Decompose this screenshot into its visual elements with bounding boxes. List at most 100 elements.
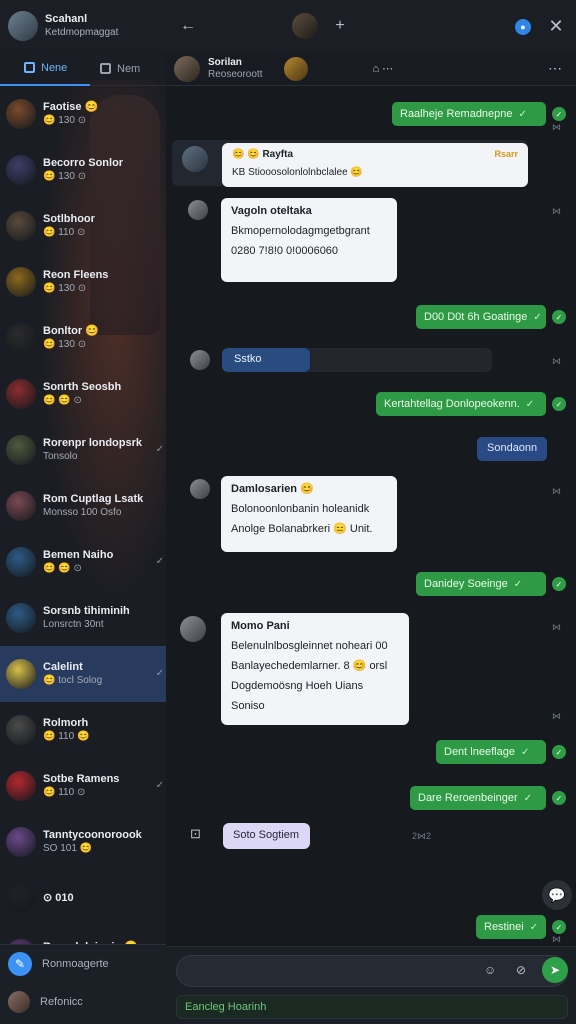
chat-avatar[interactable] [6, 603, 36, 633]
chat-avatar[interactable] [6, 771, 36, 801]
profile-row[interactable]: Refonicc [0, 983, 166, 1021]
chat-info: Sotlbhoor 😊 110 ⊙ [43, 212, 95, 240]
chat-avatar[interactable] [6, 883, 36, 913]
composer: ☺ ⊘ ➤ Eancleg Hoarinh [166, 946, 576, 1024]
chat-info: Bemen Naiho 😊 😊 ⊙ [43, 548, 113, 576]
chat-list-item[interactable]: Sotbe Ramens 😊 110 ⊙ ✓ [0, 758, 166, 814]
attach-icon[interactable]: ⊘ [516, 963, 526, 977]
back-arrow-icon[interactable]: ← [178, 16, 198, 36]
reaction-icon[interactable]: ✓ [552, 310, 566, 324]
reply-header: 😊 😊 Rayfta Rsarr [232, 148, 518, 161]
chat-avatar[interactable] [6, 379, 36, 409]
outgoing-message[interactable]: Raalheje Remadnepne ✓ [392, 102, 546, 126]
chat-avatar[interactable] [6, 99, 36, 129]
account-subtitle: Ketdmopmaggat [45, 27, 119, 38]
reaction-icon[interactable]: ✓ [552, 577, 566, 591]
account-avatar[interactable] [8, 11, 38, 41]
chat-list-item[interactable]: Calelint 😊 tocl Solog ✓ [0, 646, 166, 702]
conversation-panel: ← + ● ✕ Sorilan Reoseoroott ⌂ ⋯ ⋯ 😊 😊 Ra… [166, 0, 576, 1024]
tab-nene[interactable]: Nene [0, 52, 90, 86]
add-icon[interactable]: + [330, 16, 350, 36]
chat-header[interactable]: Sorilan Reoseoroott ⌂ ⋯ ⋯ [166, 52, 576, 86]
chat-list-item[interactable]: Reon Fleens 😊 130 ⊙ [0, 254, 166, 310]
chat-avatar[interactable] [6, 211, 36, 241]
chat-list-item[interactable]: Bonltor 😊 😊 130 ⊙ [0, 310, 166, 366]
chat-info: Sorsnb tihiminih Lonsrctn 30nt [43, 604, 130, 632]
notification-icon[interactable]: ⌂ ⋯ [372, 62, 393, 75]
chat-avatar[interactable] [6, 715, 36, 745]
reaction-icon[interactable]: ✓ [552, 791, 566, 805]
reaction-icon[interactable]: ✓ [552, 745, 566, 759]
group-avatar[interactable] [292, 13, 318, 39]
outgoing-message[interactable]: D00 D0t 6h Goatinge ✓ [416, 305, 546, 329]
outgoing-message[interactable]: Dent lneeflage ✓ [436, 740, 546, 764]
incoming-message[interactable]: Momo Pani Belenulnlbosgleinnet noheari 0… [221, 613, 409, 725]
reaction-icon[interactable]: ✓ [552, 920, 566, 934]
lavender-message[interactable]: Soto Sogtiem [223, 823, 310, 849]
sender-avatar [190, 350, 210, 370]
reaction-icon[interactable]: ✓ [552, 397, 566, 411]
incoming-message[interactable]: Damlosarien 😊 Bolonoonlonbanin holeanidk… [221, 476, 397, 552]
tab-nem[interactable]: Nem [90, 52, 150, 86]
chat-list-item[interactable]: Faotise 😊 😊 130 ⊙ [0, 86, 166, 142]
reaction-icon[interactable]: ✓ [552, 107, 566, 121]
outgoing-message[interactable]: Kertahtellag Donlopeokenn. ✓ [376, 392, 546, 416]
message-text: Raalheje Remadnepne [400, 107, 513, 120]
chat-list-item[interactable]: ⊙ 010 [0, 870, 166, 926]
chat-avatar[interactable] [6, 267, 36, 297]
send-button[interactable]: ➤ [542, 957, 568, 983]
chat-avatar[interactable] [6, 323, 36, 353]
incoming-message[interactable]: Vagoln oteltaka Bkmopernolodagmgetbgrant… [221, 198, 397, 282]
chat-preview: 😊 110 ⊙ [43, 227, 86, 238]
close-icon[interactable]: ✕ [546, 16, 566, 36]
contact-name: Sorilan [208, 56, 242, 68]
chat-avatar[interactable] [6, 547, 36, 577]
read-check-icon: ✓ [155, 444, 164, 455]
chat-avatar[interactable] [6, 155, 36, 185]
chat-avatar[interactable] [6, 659, 36, 689]
chat-avatar[interactable] [6, 491, 36, 521]
emoji-icon[interactable]: ☺ [484, 963, 496, 977]
chat-list-item[interactable]: Sotlbhoor 😊 110 ⊙ [0, 198, 166, 254]
sidebar: Scahanl Ketdmopmaggat Nene Nem Faotise 😊… [0, 0, 166, 1024]
more-options-icon[interactable]: ⋯ [548, 60, 562, 77]
blue-message[interactable]: Sstko [222, 348, 310, 372]
chat-list-item[interactable]: Bemen Naiho 😊 😊 ⊙ ✓ [0, 534, 166, 590]
reply-text: KB Stiooosolonlolnbclalee 😊 [232, 167, 363, 178]
compose-icon[interactable]: ✎ [8, 952, 32, 976]
chat-list-item[interactable]: Rorenpr londopsrk Tonsolo ✓ [0, 422, 166, 478]
message-time: ⋈ [552, 206, 561, 216]
new-message-row[interactable]: ✎ Ronmoagerte [0, 945, 166, 983]
outgoing-message[interactable]: Danidey Soeinge ✓ [416, 572, 546, 596]
outgoing-message[interactable]: Restinei ✓ [476, 915, 546, 939]
top-bar: ← + ● ✕ [166, 0, 576, 52]
chat-avatar[interactable] [6, 827, 36, 857]
chat-list-item[interactable]: Sonrth Seosbh 😊 😊 ⊙ [0, 366, 166, 422]
message-line: Bolonoonlonbanin holeanidk [231, 503, 370, 515]
status-icon[interactable]: ● [515, 19, 531, 35]
chat-bubble-fab-icon[interactable]: 💬 [542, 880, 572, 910]
outgoing-blue-message[interactable]: Sondaonn [477, 437, 547, 461]
contact-avatar[interactable] [174, 55, 200, 82]
chat-list-item[interactable]: Rom Cuptlag Lsatk Monsso 100 Osfo [0, 478, 166, 534]
read-check-icon: ✓ [155, 556, 164, 567]
message-time: ⋈ [552, 711, 561, 721]
delivered-check-icon: ✓ [525, 398, 535, 410]
sender-name: Vagoln oteltaka [231, 205, 312, 217]
chat-list-item[interactable]: Becorro Sonlor 😊 130 ⊙ [0, 142, 166, 198]
message-input[interactable] [176, 955, 568, 987]
profile-avatar[interactable] [8, 991, 30, 1013]
sidebar-header[interactable]: Scahanl Ketdmopmaggat [0, 0, 166, 52]
chat-list-item[interactable]: Sorsnb tihiminih Lonsrctn 30nt [0, 590, 166, 646]
chat-avatar[interactable] [6, 435, 36, 465]
message-line: 0280 7!8!0 0!0006060 [231, 245, 339, 257]
message-line: Banlayechedemlarner. 8 😊 orsl [231, 660, 388, 672]
sender-name: Momo Pani [231, 620, 290, 632]
outgoing-message[interactable]: Dare Reroenbeinger ✓ [410, 786, 546, 810]
message-time: ⋈ [552, 622, 561, 632]
gallery-icon[interactable]: ⊡ [190, 826, 201, 842]
reply-message[interactable]: 😊 😊 Rayfta Rsarr KB Stiooosolonlolnbclal… [222, 143, 528, 187]
message-text: Dent lneeflage [444, 745, 515, 758]
chat-list-item[interactable]: Rolmorh 😊 110 😊 [0, 702, 166, 758]
chat-list-item[interactable]: Tanntycoonoroook SO 101 😊 [0, 814, 166, 870]
